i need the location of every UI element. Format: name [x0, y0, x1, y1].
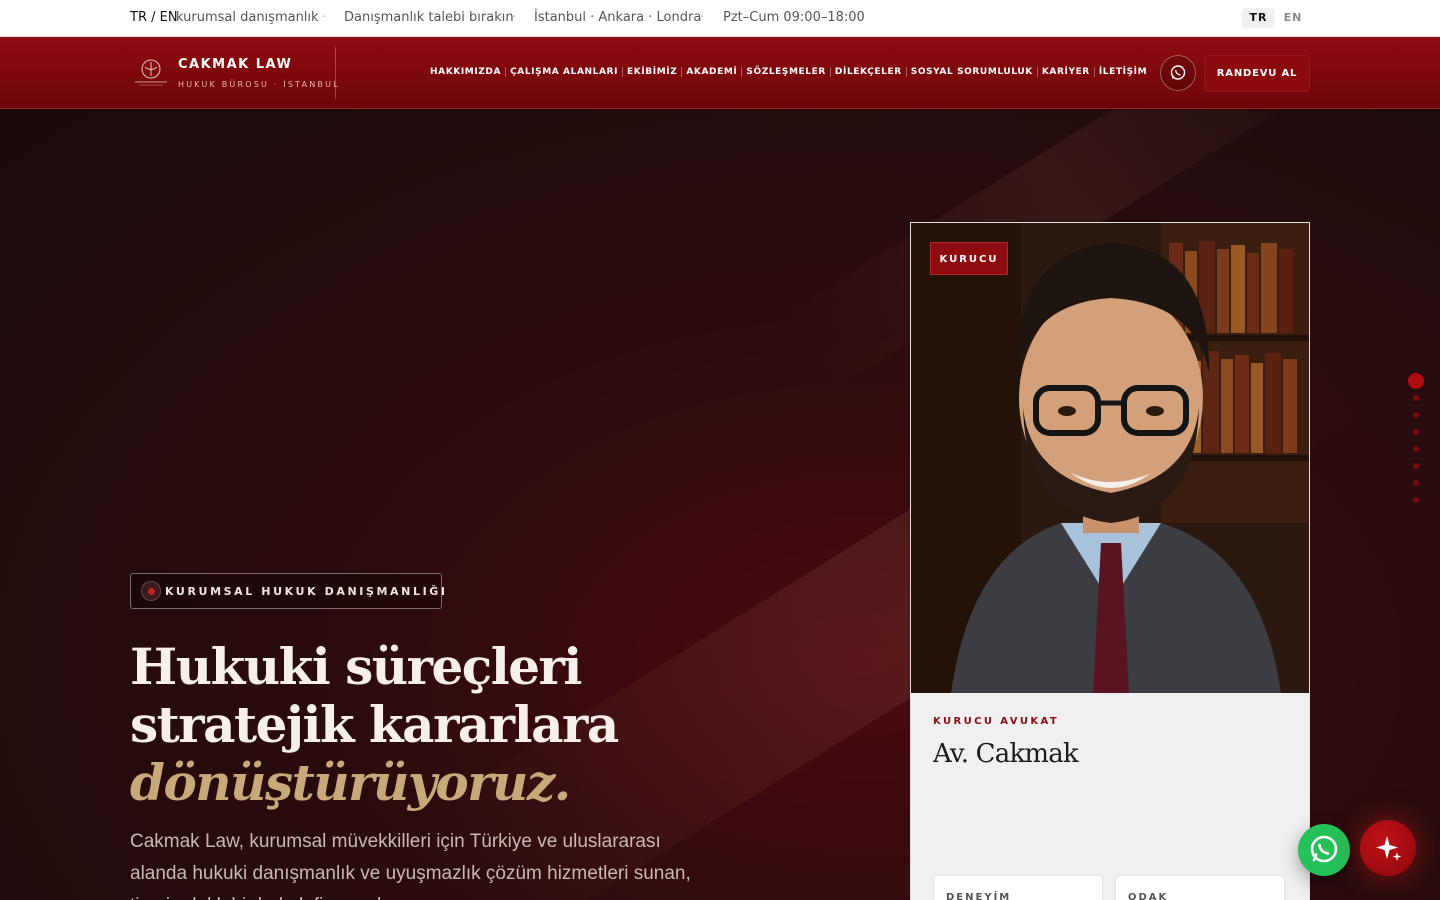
book-appointment-button[interactable]: RANDEVU AL: [1204, 55, 1310, 92]
hero-eyebrow-text: KURUMSAL HUKUK DANIŞMANLIĞI: [165, 585, 448, 598]
separator-dot: ·: [322, 10, 327, 25]
whatsapp-icon: [1310, 835, 1338, 863]
headline-accent: dönüştürüyoruz.: [130, 753, 571, 812]
separator-dot: ·: [700, 10, 705, 25]
working-hours: Pzt–Cum 09:00–18:00: [723, 10, 865, 25]
consultation-request-link[interactable]: Danışmanlık talebi bırakın: [344, 10, 514, 25]
hero-section: KURUMSAL HUKUK DANIŞMANLIĞI Hukuki süreç…: [0, 110, 1440, 900]
nav-separator: [1036, 67, 1038, 77]
nav-link-practice-areas[interactable]: ÇALIŞMA ALANLARI: [510, 67, 618, 77]
headline-line-2: stratejik kararlara: [130, 695, 619, 754]
whatsapp-nav-button[interactable]: [1160, 55, 1196, 91]
nav-separator: [505, 67, 507, 77]
pagination-dot[interactable]: [1413, 412, 1419, 418]
primary-nav: HAKKIMIZDA ÇALIŞMA ALANLARI EKİBİMİZ AKA…: [430, 67, 1147, 77]
whatsapp-icon: [1170, 65, 1186, 80]
pagination-dot[interactable]: [1413, 497, 1419, 503]
nav-divider: [335, 47, 336, 99]
founder-badge: KURUCU: [930, 242, 1008, 275]
office-cities: İstanbul · Ankara · Londra: [534, 10, 702, 25]
nav-separator: [681, 67, 683, 77]
pagination-dot[interactable]: [1413, 395, 1419, 401]
nav-link-petitions[interactable]: DİLEKÇELER: [835, 67, 902, 77]
nav-link-team[interactable]: EKİBİMİZ: [627, 67, 677, 77]
nav-separator: [1093, 67, 1095, 77]
nav-link-about[interactable]: HAKKIMIZDA: [430, 67, 501, 77]
pagination-dot[interactable]: [1413, 429, 1419, 435]
nav-separator: [829, 67, 831, 77]
pagination-dot[interactable]: [1413, 480, 1419, 486]
founder-role: KURUCU AVUKAT: [933, 716, 1060, 727]
focus-stat-label: ODAK: [1128, 892, 1169, 900]
separator-dot: ·: [512, 10, 517, 25]
lang-en-button[interactable]: EN: [1280, 8, 1306, 28]
sparkle-icon: [1376, 836, 1402, 861]
founder-name: Av. Cakmak: [933, 739, 1079, 769]
hero-headline: Hukuki süreçleri stratejik kararlara dön…: [130, 637, 619, 812]
experience-stat: DENEYİM: [933, 875, 1103, 900]
badge-dot-icon: [141, 581, 161, 601]
pagination-dot[interactable]: [1413, 446, 1419, 452]
founder-card[interactable]: KURUCU KURUCU AVUKAT Av. Cakmak DENEYİM …: [910, 222, 1310, 900]
experience-stat-label: DENEYİM: [946, 892, 1012, 900]
hero-eyebrow-badge: KURUMSAL HUKUK DANIŞMANLIĞI: [130, 573, 445, 609]
founder-portrait-image: [911, 223, 1309, 693]
brand-name[interactable]: CAKMAK LAW: [178, 57, 292, 72]
pagination-dot[interactable]: [1413, 463, 1419, 469]
nav-link-contact[interactable]: İLETİŞİM: [1099, 67, 1147, 77]
founder-photo: KURUCU: [911, 223, 1309, 693]
headline-line-1: Hukuki süreçleri: [130, 637, 582, 696]
ai-assistant-button[interactable]: [1360, 820, 1416, 876]
nav-link-academy[interactable]: AKADEMİ: [686, 67, 737, 77]
nav-link-careers[interactable]: KARİYER: [1042, 67, 1090, 77]
top-utility-bar: TR / EN kurumsal danışmanlık · Danışmanl…: [0, 0, 1440, 37]
nav-separator: [741, 67, 743, 77]
hero-lead-paragraph: Cakmak Law, kurumsal müvekkilleri için T…: [130, 831, 691, 900]
pagination-dot-active[interactable]: [1408, 373, 1424, 389]
brand-subtitle: HUKUK BÜROSU · İSTANBUL: [178, 80, 340, 89]
nav-separator: [905, 67, 907, 77]
lang-tr-button[interactable]: TR: [1242, 8, 1275, 28]
focus-stat: ODAK: [1115, 875, 1285, 900]
whatsapp-float-button[interactable]: [1298, 824, 1350, 876]
nav-link-social-responsibility[interactable]: SOSYAL SORUMLULUK: [911, 67, 1033, 77]
main-navbar: CAKMAK LAW HUKUK BÜROSU · İSTANBUL HAKKI…: [0, 37, 1440, 109]
tagline: kurumsal danışmanlık: [176, 10, 319, 25]
nav-link-contracts[interactable]: SÖZLEŞMELER: [746, 67, 826, 77]
language-switch-label[interactable]: TR / EN: [130, 10, 178, 25]
nav-separator: [622, 67, 624, 77]
logo-emblem-icon[interactable]: [131, 57, 171, 89]
